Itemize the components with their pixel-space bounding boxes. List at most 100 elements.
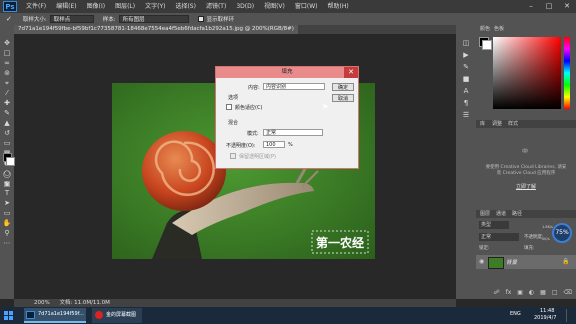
- menu-bar: Ps 文件(F) 编辑(E) 图像(I) 图层(L) 文字(Y) 选择(S) 滤…: [0, 0, 576, 13]
- cancel-button[interactable]: 取消: [332, 94, 354, 102]
- taskbar-photoshop[interactable]: 7d71a1e194f59f...: [24, 308, 86, 323]
- paragraph-panel-icon[interactable]: ¶: [461, 99, 471, 108]
- language-indicator[interactable]: ENG: [510, 311, 521, 317]
- opacity-label: 不透明度(O):: [226, 143, 256, 149]
- more-tools-icon[interactable]: ⋯: [2, 239, 12, 248]
- quick-mask-icon[interactable]: ◯: [2, 170, 12, 179]
- stamp-tool-icon[interactable]: ▲: [2, 119, 12, 128]
- windows-start-icon[interactable]: [4, 311, 13, 320]
- color-picker-field[interactable]: [493, 37, 561, 109]
- ok-button[interactable]: 确定: [332, 83, 354, 91]
- layer-name[interactable]: 背景: [506, 258, 517, 266]
- screen-mode-icon[interactable]: ▣: [2, 180, 12, 189]
- clock-time[interactable]: 11:48: [540, 308, 554, 314]
- color-adapt-checkbox[interactable]: [226, 104, 232, 110]
- layer-lock-icon: 🔒: [562, 258, 570, 265]
- contents-select[interactable]: 内容识别: [263, 83, 325, 90]
- menu-image[interactable]: 图像(I): [82, 0, 110, 13]
- sample-size-select[interactable]: 取样点: [49, 15, 94, 23]
- minimize-icon[interactable]: –: [522, 0, 540, 13]
- tab-paths[interactable]: 路径: [512, 211, 522, 218]
- properties-panel-icon[interactable]: ☰: [461, 111, 471, 120]
- tab-swatches[interactable]: 色板: [494, 26, 504, 33]
- layer-visibility-eye-icon[interactable]: ◉: [479, 258, 484, 265]
- menu-filter[interactable]: 滤镜(T): [201, 0, 231, 13]
- tab-color[interactable]: 颜色: [480, 26, 490, 33]
- history-brush-icon[interactable]: ↺: [2, 129, 12, 138]
- windows-taskbar: 7d71a1e194f59f... 金的屏幕截图 ENG 11:48 2019/…: [0, 307, 576, 324]
- tab-layers[interactable]: 图层: [480, 211, 490, 218]
- menu-help[interactable]: 帮助(H): [323, 0, 354, 13]
- hand-tool-icon[interactable]: ✋: [2, 219, 12, 228]
- taskbar-recorder[interactable]: 金的屏幕截图: [92, 308, 142, 323]
- dialog-close-icon[interactable]: ✕: [344, 67, 358, 78]
- healing-tool-icon[interactable]: ✚: [2, 99, 12, 108]
- character-panel-icon[interactable]: A: [461, 87, 471, 96]
- zoom-level[interactable]: 200%: [34, 300, 50, 306]
- mode-select[interactable]: 正常: [263, 129, 323, 136]
- path-select-tool-icon[interactable]: ➤: [2, 199, 12, 208]
- percent-badge[interactable]: 75%: [552, 223, 572, 243]
- actions-panel-icon[interactable]: ▶: [461, 51, 471, 60]
- panel-bg-swatch[interactable]: [482, 40, 492, 50]
- clone-source-icon[interactable]: ■: [461, 75, 471, 84]
- maximize-icon[interactable]: □: [540, 0, 558, 13]
- adjustment-layer-icon[interactable]: ◐: [529, 289, 534, 299]
- menu-3d[interactable]: 3D(D): [231, 0, 259, 13]
- panel-icon-strip: ◫ ▶ ✎ ■ A ¶ ☰: [456, 25, 476, 299]
- taskbar-item-label: 金的屏幕截图: [106, 312, 137, 318]
- tab-styles[interactable]: 样式: [508, 121, 518, 128]
- eraser-tool-icon[interactable]: ▭: [2, 139, 12, 148]
- menu-edit[interactable]: 编辑(E): [51, 0, 81, 13]
- marquee-tool-icon[interactable]: □: [2, 49, 12, 58]
- zoom-tool-icon[interactable]: ⚲: [2, 229, 12, 238]
- right-panels: 颜色 色板 库 调整 样式 ⚭ 要使用 Creative Cloud Libra…: [476, 25, 576, 299]
- blend-mode-select[interactable]: 正常: [479, 233, 519, 241]
- tab-adjustments[interactable]: 调整: [492, 121, 502, 128]
- menu-layer[interactable]: 图层(L): [110, 0, 140, 13]
- clock-date[interactable]: 2019/4/7: [534, 315, 556, 321]
- preserve-transparency-checkbox[interactable]: [230, 153, 236, 159]
- add-mask-icon[interactable]: ▣: [517, 289, 523, 299]
- move-tool-icon[interactable]: ✥: [2, 39, 12, 48]
- group-icon[interactable]: ▦: [540, 289, 546, 299]
- tab-channels[interactable]: 通道: [496, 211, 506, 218]
- menu-select[interactable]: 选择(S): [170, 0, 201, 13]
- opacity-input[interactable]: 100: [263, 141, 285, 148]
- new-layer-icon[interactable]: □: [552, 289, 558, 299]
- window-controls: – □ ✕: [522, 0, 576, 13]
- layer-row-background[interactable]: ◉ 背景 🔒: [476, 255, 576, 269]
- background-color-swatch[interactable]: [6, 157, 15, 166]
- menu-view[interactable]: 视图(V): [259, 0, 290, 13]
- brush-panel-icon[interactable]: ✎: [461, 63, 471, 72]
- menu-window[interactable]: 窗口(W): [290, 0, 323, 13]
- photoshop-logo: Ps: [3, 1, 17, 12]
- type-tool-icon[interactable]: T: [2, 189, 12, 198]
- sample-select[interactable]: 所有图层: [118, 15, 189, 23]
- preserve-transparency-label: 保留透明区域(P): [239, 154, 276, 160]
- show-desktop-button[interactable]: [566, 309, 575, 322]
- crop-tool-icon[interactable]: ⌖: [2, 79, 12, 88]
- tab-libraries[interactable]: 库: [480, 121, 485, 128]
- sample-label: 样本:: [102, 17, 116, 23]
- cc-learn-link[interactable]: 立即了解: [506, 183, 546, 190]
- layer-kind-filter[interactable]: 类型: [479, 221, 509, 229]
- quick-select-tool-icon[interactable]: ⊚: [2, 69, 12, 78]
- hue-slider[interactable]: [564, 37, 570, 109]
- layer-style-icon[interactable]: fx: [506, 289, 512, 299]
- menu-file[interactable]: 文件(F): [21, 0, 51, 13]
- layer-opacity-label: 不透明度:: [524, 235, 544, 240]
- document-tab[interactable]: 7d71a1e194f59fbe-bf59bf1c77358781-18468e…: [14, 25, 298, 34]
- link-layers-icon[interactable]: ☍: [494, 289, 500, 299]
- eyedropper-icon[interactable]: ✓: [6, 15, 12, 23]
- eyedropper-tool-icon[interactable]: ⁄: [2, 89, 12, 98]
- menu-type[interactable]: 文字(Y): [140, 0, 170, 13]
- shape-tool-icon[interactable]: ▭: [2, 209, 12, 218]
- delete-layer-icon[interactable]: ⌫: [564, 289, 572, 299]
- history-panel-icon[interactable]: ◫: [461, 39, 471, 48]
- lasso-tool-icon[interactable]: ∞: [2, 59, 12, 68]
- show-ring-checkbox[interactable]: [197, 16, 204, 22]
- close-icon[interactable]: ✕: [558, 0, 576, 13]
- brush-tool-icon[interactable]: ✎: [2, 109, 12, 118]
- fill-dialog: 填充 ✕ 内容: 内容识别 确定 取消 选项 颜色适应(C) 混合 模式: 正常…: [215, 66, 359, 169]
